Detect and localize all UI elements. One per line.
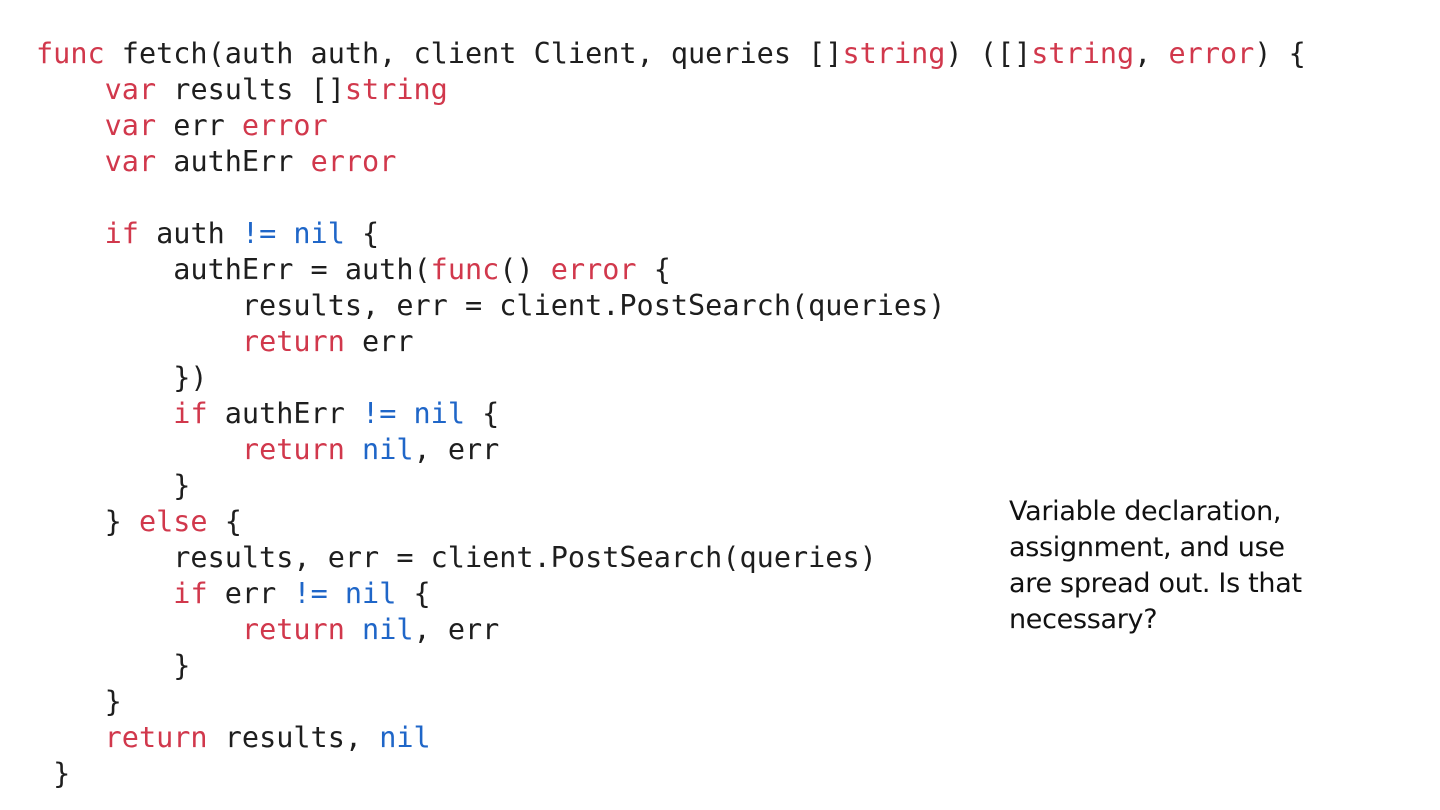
code-type: string (344, 73, 448, 106)
code-text: , err (413, 433, 500, 466)
code-type: error (550, 253, 637, 286)
code-text: () (499, 253, 551, 286)
code-text: authErr (156, 145, 311, 178)
code-line: var results []string (36, 72, 1306, 108)
code-operator: nil (379, 721, 431, 754)
code-text: err (156, 109, 242, 142)
code-keyword: return (104, 721, 208, 754)
code-keyword: func (36, 37, 105, 70)
code-keyword: var (104, 73, 157, 106)
code-keyword: return (241, 613, 345, 646)
code-text: , (1134, 37, 1169, 70)
code-text: } (36, 469, 191, 502)
code-line: var err error (36, 108, 1306, 144)
code-text: { (207, 505, 242, 538)
code-text: results [] (156, 73, 345, 106)
code-text: fetch(auth auth, client Client, queries … (104, 37, 843, 70)
code-operator: nil (362, 433, 414, 466)
code-type: error (310, 145, 397, 178)
code-text: } (36, 685, 122, 718)
code-keyword: else (138, 505, 208, 538)
note-line: Variable declaration, (1009, 496, 1282, 527)
code-line: if authErr != nil { (36, 396, 1306, 432)
code-line: }) (36, 360, 1306, 396)
code-text: { (636, 253, 671, 286)
code-type: error (241, 109, 328, 142)
code-text: err (207, 577, 294, 610)
code-keyword: var (104, 109, 157, 142)
note-line: necessary? (1009, 604, 1158, 635)
code-keyword: return (241, 433, 345, 466)
annotation-note: Variable declaration, assignment, and us… (1009, 494, 1329, 638)
code-keyword: if (104, 217, 139, 250)
code-text: , err (413, 613, 500, 646)
code-text: { (465, 397, 500, 430)
code-text: results, err = client.PostSearch(queries… (36, 289, 946, 322)
code-keyword: return (241, 325, 345, 358)
code-text: }) (36, 361, 208, 394)
code-line: results, err = client.PostSearch(queries… (36, 288, 1306, 324)
code-type: error (1168, 37, 1255, 70)
code-operator: nil (362, 613, 414, 646)
code-operator: != nil (293, 577, 397, 610)
code-line: func fetch(auth auth, client Client, que… (36, 36, 1306, 72)
code-keyword: if (173, 577, 208, 610)
code-text: { (344, 217, 380, 250)
code-text: } (36, 505, 139, 538)
code-line: return results, nil (36, 720, 1306, 756)
code-type: string (842, 37, 946, 70)
code-line: } (36, 648, 1306, 684)
code-text: authErr (207, 397, 363, 430)
code-text: ) ([] (945, 37, 1032, 70)
code-keyword: if (173, 397, 208, 430)
code-text: } (36, 757, 71, 790)
code-line: var authErr error (36, 144, 1306, 180)
code-text: ) { (1254, 37, 1306, 70)
code-operator: != nil (241, 217, 345, 250)
code-block: func fetch(auth auth, client Client, que… (36, 36, 1306, 792)
code-line: return nil, err (36, 432, 1306, 468)
code-text: auth (138, 217, 242, 250)
code-text: results, (207, 721, 380, 754)
code-text: err (344, 325, 414, 358)
code-line: return err (36, 324, 1306, 360)
code-line: authErr = auth(func() error { (36, 252, 1306, 288)
code-type: string (1031, 37, 1135, 70)
note-line: are spread out. Is that (1009, 568, 1302, 599)
slide: func fetch(auth auth, client Client, que… (0, 0, 1440, 810)
code-line: } (36, 684, 1306, 720)
code-line: } (36, 756, 1306, 792)
code-text: } (36, 649, 191, 682)
code-operator: != nil (362, 397, 465, 430)
code-keyword: func (430, 253, 500, 286)
code-text: { (396, 577, 431, 610)
note-line: assignment, and use (1009, 532, 1285, 563)
code-text: results, err = client.PostSearch(queries… (36, 541, 877, 574)
code-text: authErr = auth( (36, 253, 431, 286)
code-keyword: var (104, 145, 157, 178)
code-line: if auth != nil { (36, 216, 1306, 252)
